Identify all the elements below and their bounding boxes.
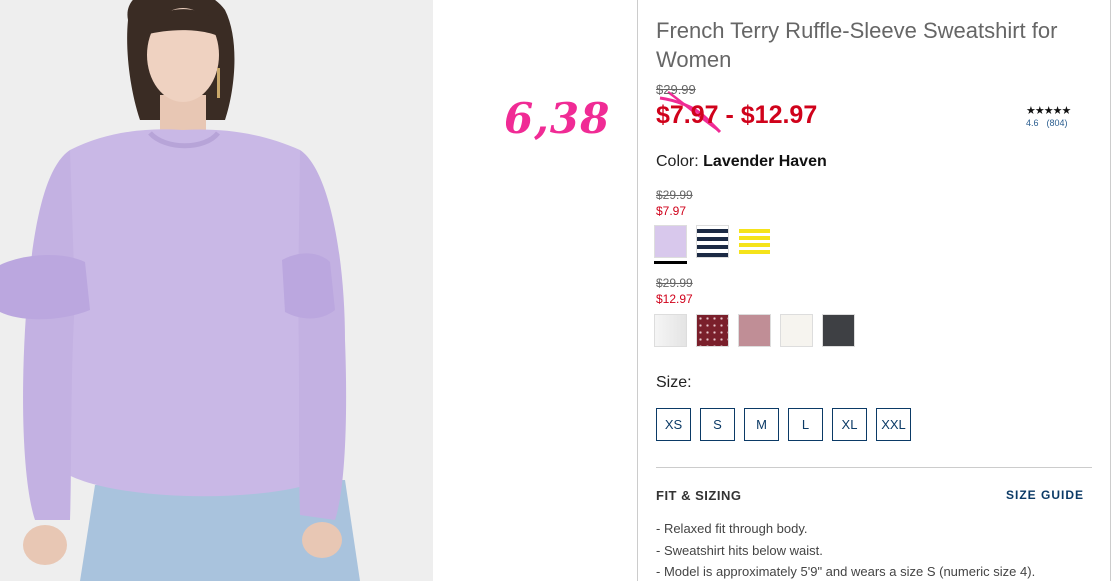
swatch-charcoal[interactable] — [822, 314, 855, 347]
selected-color-name: Lavender Haven — [703, 153, 827, 170]
handwritten-price-annotation: 6,38 — [504, 94, 611, 143]
swatch-row-1 — [654, 225, 771, 264]
model-illustration — [0, 0, 433, 581]
size-m-button[interactable]: M — [744, 408, 779, 441]
swatch-burgundy-dot[interactable] — [696, 314, 729, 347]
size-options: XS S M L XL XXL — [656, 408, 911, 441]
size-xl-button[interactable]: XL — [832, 408, 867, 441]
size-xxl-button[interactable]: XXL — [876, 408, 911, 441]
product-details-panel: French Terry Ruffle-Sleeve Sweatshirt fo… — [637, 0, 1111, 581]
size-label: Size: — [656, 374, 692, 391]
swatch-dusty-rose[interactable] — [738, 314, 771, 347]
size-l-button[interactable]: L — [788, 408, 823, 441]
star-rating-icon: ★★★★★ — [1026, 105, 1071, 117]
price-tier-1: $29.99 $7.97 — [656, 187, 693, 219]
swatch-light-grey[interactable] — [654, 314, 687, 347]
review-count-link[interactable]: (804) — [1047, 118, 1068, 128]
size-guide-link[interactable]: SIZE GUIDE — [1006, 488, 1084, 502]
original-price: $29.99 — [656, 82, 696, 97]
section-divider — [656, 467, 1092, 468]
fit-sizing-heading: FIT & SIZING — [656, 488, 742, 503]
size-xs-button[interactable]: XS — [656, 408, 691, 441]
color-selection-label: Color: Lavender Haven — [656, 153, 827, 171]
swatch-yellow-stripe[interactable] — [738, 225, 771, 258]
list-item: - Sweatshirt hits below waist. — [656, 542, 823, 558]
size-s-button[interactable]: S — [700, 408, 735, 441]
swatch-cream[interactable] — [780, 314, 813, 347]
list-item: - Relaxed fit through body. — [656, 521, 808, 536]
tier-sale-price: $12.97 — [656, 292, 693, 306]
swatch-row-2 — [654, 314, 855, 347]
product-rating[interactable]: ★★★★★ 4.6 (804) — [1026, 104, 1076, 128]
rating-value: 4.6 — [1026, 118, 1039, 128]
fit-details-list: - Relaxed fit through body. - Sweatshirt… — [656, 518, 1035, 583]
price-tier-2: $29.99 $12.97 — [656, 275, 693, 307]
tier-original-price: $29.99 — [656, 188, 693, 202]
list-item: - Model is approximately 5'9" and wears … — [656, 564, 1036, 579]
tier-sale-price: $7.97 — [656, 204, 687, 218]
product-title: French Terry Ruffle-Sleeve Sweatshirt fo… — [656, 18, 1058, 72]
swatch-navy-stripe[interactable] — [696, 225, 729, 258]
tier-original-price: $29.99 — [656, 276, 693, 290]
sale-price-range: $7.97 - $12.97 — [656, 101, 818, 129]
product-image — [0, 0, 433, 581]
color-label: Color: — [656, 153, 699, 170]
panel-divider — [1110, 0, 1111, 581]
swatch-lavender[interactable] — [654, 225, 687, 264]
